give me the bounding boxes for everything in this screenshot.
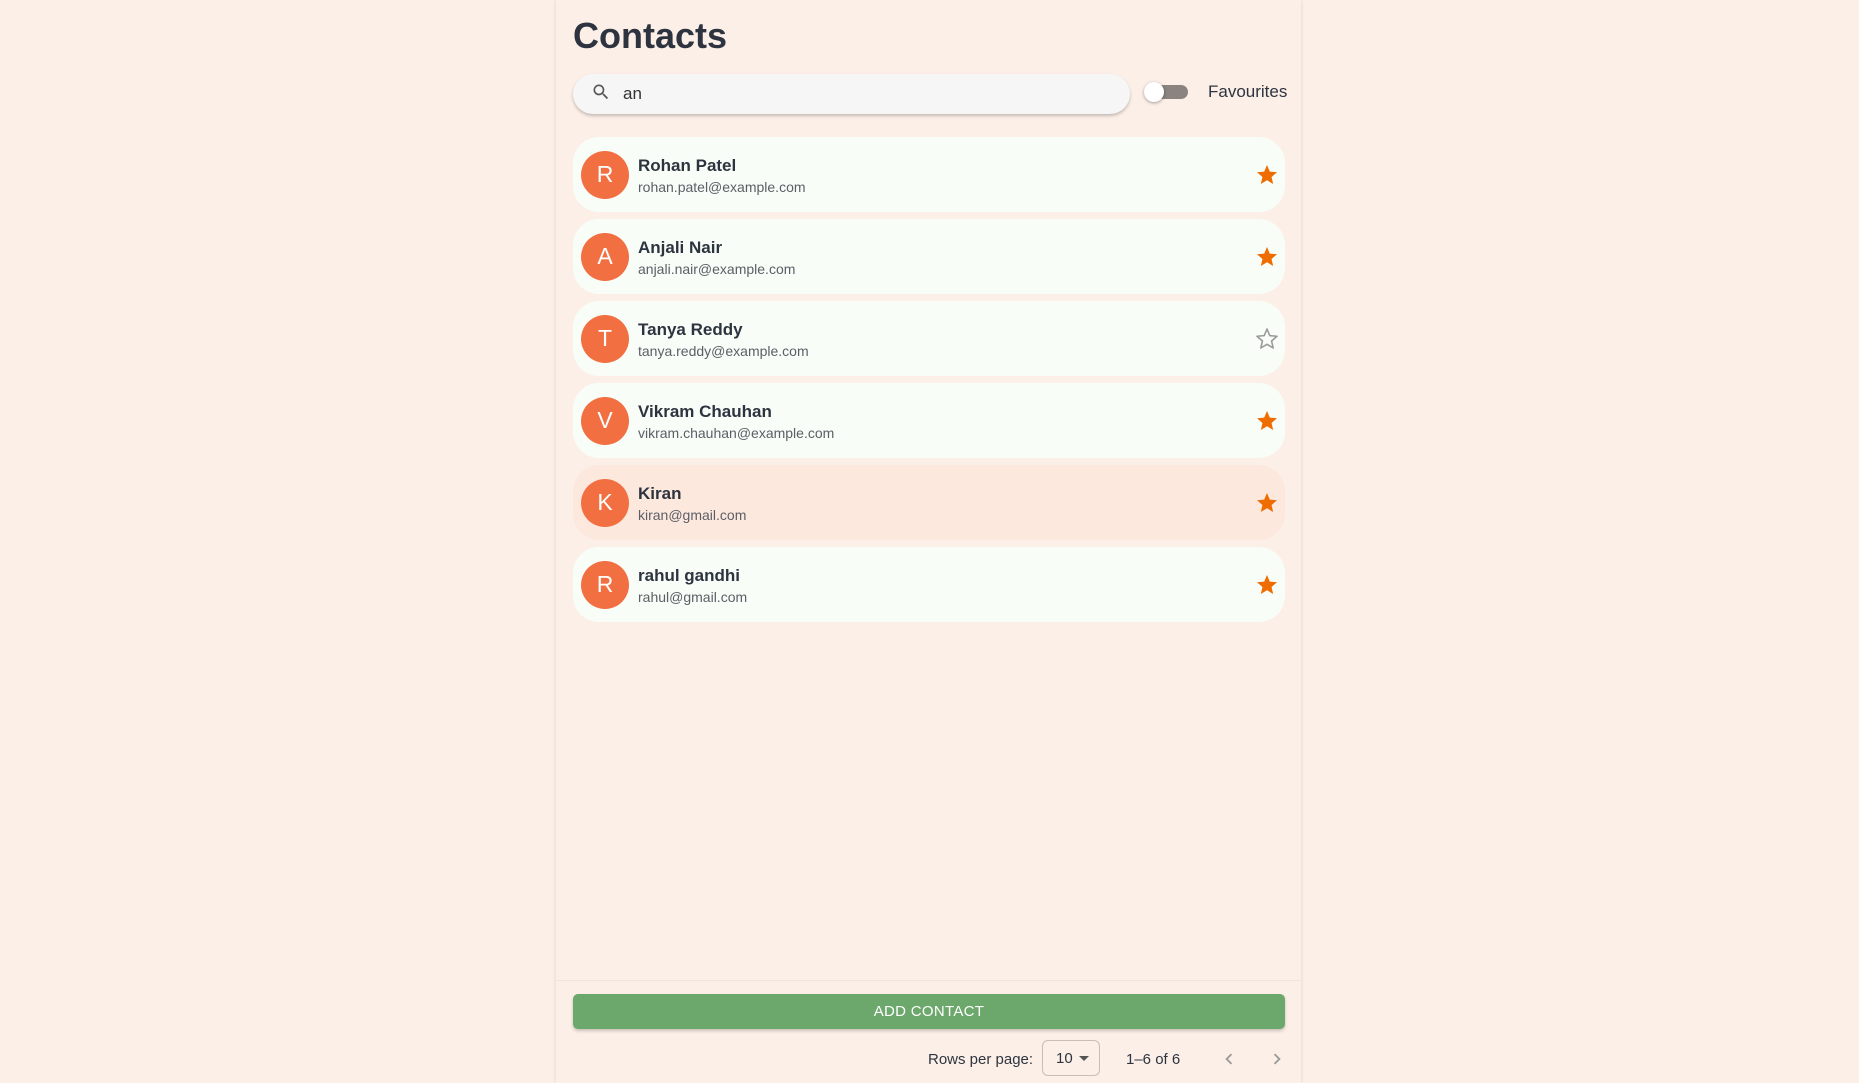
avatar: R [581, 560, 629, 609]
avatar: V [581, 396, 629, 445]
pagination: Rows per page: 10 1–6 of 6 [556, 1040, 1301, 1078]
star-filled-icon[interactable] [1255, 409, 1279, 433]
contact-name: Kiran [638, 483, 682, 503]
toggle-track[interactable] [1144, 82, 1188, 102]
contact-email: tanya.reddy@example.com [638, 342, 809, 359]
page-range: 1–6 of 6 [1126, 1051, 1181, 1068]
contact-email: rohan.patel@example.com [638, 178, 806, 195]
contact-name: Rohan Patel [638, 155, 737, 175]
previous-page-button[interactable] [1218, 1048, 1240, 1070]
star-filled-icon[interactable] [1255, 573, 1279, 597]
contact-row[interactable]: R Rohan Patel rohan.patel@example.com [573, 137, 1285, 212]
star-filled-icon[interactable] [1255, 245, 1279, 269]
contact-row[interactable]: V Vikram Chauhan vikram.chauhan@example.co… [573, 383, 1285, 458]
contact-email: kiran@gmail.com [638, 506, 747, 523]
next-page-button[interactable] [1266, 1048, 1288, 1070]
contact-name: Anjali Nair [638, 237, 723, 257]
chevron-right-icon [1273, 1053, 1281, 1065]
contact-name: Tanya Reddy [638, 319, 743, 339]
favourites-label: Favourites [1208, 82, 1288, 101]
search-icon [591, 82, 611, 107]
contact-info: Kiran kiran@gmail.com [638, 483, 746, 523]
star-outline-icon[interactable] [1255, 327, 1279, 351]
contact-info: Vikram Chauhan vikram.chauhan@example.com [638, 401, 834, 441]
add-contact-button[interactable]: ADD CONTACT [573, 994, 1285, 1029]
search-input[interactable] [621, 83, 1105, 105]
chevron-left-icon [1225, 1053, 1233, 1065]
rows-per-page-value: 10 [1056, 1049, 1073, 1067]
avatar: T [581, 314, 629, 363]
avatar: K [581, 478, 629, 527]
contact-row[interactable]: K Kiran kiran@gmail.com [573, 465, 1285, 540]
page-title: Contacts [573, 15, 728, 56]
star-filled-icon[interactable] [1255, 491, 1279, 515]
contact-info: rahul gandhi rahul@gmail.com [638, 565, 747, 605]
search-bar[interactable] [573, 74, 1130, 114]
contact-info: Rohan Patel rohan.patel@example.com [638, 155, 806, 195]
contact-list: R Rohan Patel rohan.patel@example.com A Anja… [573, 137, 1285, 629]
rows-per-page-label: Rows per page: [928, 1051, 1034, 1068]
contact-info: Anjali Nair anjali.nair@example.com [638, 237, 795, 277]
avatar: A [581, 232, 629, 281]
contact-name: Vikram Chauhan [638, 401, 772, 421]
footer-divider [556, 980, 1301, 981]
star-filled-icon[interactable] [1255, 163, 1279, 187]
contact-email: anjali.nair@example.com [638, 260, 796, 277]
contact-info: Tanya Reddy tanya.reddy@example.com [638, 319, 809, 359]
contact-row[interactable]: T Tanya Reddy tanya.reddy@example.com [573, 301, 1285, 376]
contacts-panel: Contacts Favourites R Rohan Patel rohan.pa… [556, 0, 1301, 1083]
toggle-thumb[interactable] [1144, 82, 1164, 102]
caret-down-icon [1078, 1055, 1089, 1061]
rows-per-page-select[interactable]: 10 [1042, 1040, 1100, 1076]
contact-email: vikram.chauhan@example.com [638, 424, 835, 441]
favourites-toggle[interactable]: Favourites [1144, 82, 1287, 102]
contact-email: rahul@gmail.com [638, 588, 748, 605]
contact-row[interactable]: A Anjali Nair anjali.nair@example.com [573, 219, 1285, 294]
contact-name: rahul gandhi [638, 565, 740, 585]
avatar: R [581, 150, 629, 199]
contact-row[interactable]: Rrahul gandhi rahul@gmail.com [573, 547, 1285, 622]
